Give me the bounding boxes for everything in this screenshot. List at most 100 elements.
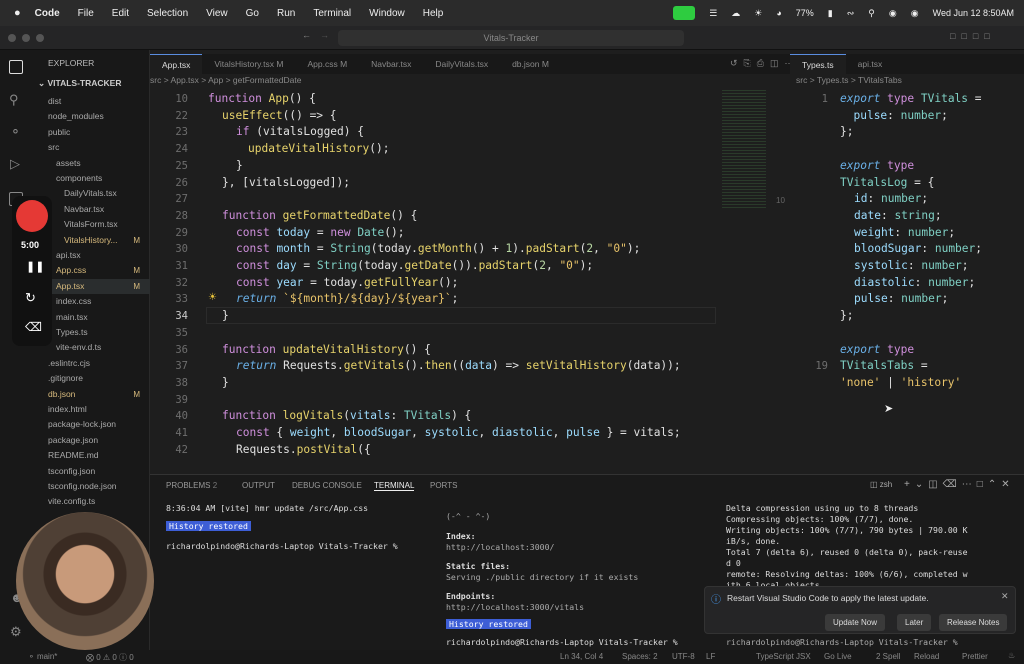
nav-forward-icon[interactable]: → <box>320 30 329 40</box>
nav-back-icon[interactable]: ← <box>302 30 311 40</box>
search-view-icon[interactable]: ⚲ <box>9 92 19 108</box>
camera-icon[interactable] <box>673 6 696 20</box>
terminal-3-prompt[interactable]: richardolpindo@Richards-Laptop Vitals-Tr… <box>726 637 958 647</box>
sidebar-item[interactable]: node_modules <box>32 109 150 124</box>
branch-indicator[interactable]: ⚬ main* <box>28 652 57 661</box>
sidebar-item[interactable]: package-lock.json <box>32 417 150 432</box>
eol[interactable]: LF <box>706 652 715 661</box>
menubar-app-name[interactable]: Code <box>35 8 60 19</box>
panel-tab-output[interactable]: OUTPUT <box>242 481 275 490</box>
lightbulb-icon[interactable]: ☀ <box>208 292 217 303</box>
panel-tab-terminal[interactable]: TERMINAL <box>374 481 415 491</box>
go-live[interactable]: Go Live <box>824 652 852 661</box>
sidebar-item[interactable]: db.json M <box>32 387 150 402</box>
menu-view[interactable]: View <box>206 8 228 19</box>
panel-tab-debug-console[interactable]: DEBUG CONSOLE <box>292 481 362 490</box>
sidebar-item[interactable]: components <box>32 171 150 186</box>
sidebar-item[interactable]: public <box>32 125 150 140</box>
cursor-position[interactable]: Ln 34, Col 4 <box>560 652 603 661</box>
spell-check[interactable]: 2 Spell <box>876 652 900 661</box>
editor-tab[interactable]: VitalsHistory.tsx M <box>202 54 295 74</box>
menu-help[interactable]: Help <box>423 8 444 19</box>
search-icon[interactable]: ⚲ <box>868 8 875 19</box>
problems-indicator[interactable]: ⨂ 0 ⚠ 0 ⓘ 0 <box>86 652 134 663</box>
sidebar-item[interactable]: tsconfig.node.json <box>32 479 150 494</box>
menu-selection[interactable]: Selection <box>147 8 188 19</box>
run-debug-icon[interactable]: ▷ <box>10 156 20 172</box>
notes-icon[interactable]: ☰ <box>709 8 717 19</box>
panel-actions[interactable]: +⌄◫⌫⋯□⌃✕ <box>904 479 1015 490</box>
siri-icon[interactable]: ◉ <box>911 8 919 19</box>
sidebar-item[interactable]: assets <box>32 156 150 171</box>
editor-tab[interactable]: Types.ts <box>790 54 846 74</box>
terminal-2-index-url[interactable]: http://localhost:3000/ <box>446 542 554 552</box>
terminal-2-endpoints-url[interactable]: http://localhost:3000/vitals <box>446 602 584 612</box>
language-mode[interactable]: TypeScript JSX <box>756 652 811 661</box>
window-zoom-button[interactable] <box>36 34 44 42</box>
update-now-button[interactable]: Update Now <box>825 614 886 631</box>
trash-icon[interactable]: ⌫ <box>25 320 42 334</box>
editor-tab[interactable]: Navbar.tsx <box>359 54 423 74</box>
wifi-icon[interactable]: ∾ <box>847 8 855 19</box>
brightness-icon[interactable]: ☀ <box>754 8 762 19</box>
pause-icon[interactable]: ❚❚ <box>26 260 44 273</box>
minimap[interactable] <box>722 90 766 210</box>
restart-icon[interactable]: ↻ <box>25 290 36 306</box>
control-center-icon[interactable]: ◉ <box>889 8 897 19</box>
sidebar-item[interactable]: vite.config.ts <box>32 494 150 509</box>
menu-file[interactable]: File <box>78 8 94 19</box>
code-editor-2[interactable]: 1 19 export type TVitals = pulse: number;}… <box>790 88 1024 474</box>
encoding[interactable]: UTF-8 <box>672 652 695 661</box>
menu-edit[interactable]: Edit <box>112 8 129 19</box>
settings-gear-icon[interactable]: ⚙ <box>10 624 22 640</box>
panel-tab-ports[interactable]: PORTS <box>430 481 457 490</box>
sidebar-item[interactable]: dist <box>32 94 150 109</box>
cloud-icon[interactable]: ☁ <box>731 8 740 19</box>
clock[interactable]: Wed Jun 12 8:50AM <box>933 8 1014 18</box>
code-editor[interactable]: 10 22 23 24 25 26 27 28 29 30 31 32 33 34 35 36 37 38 39 40… <box>150 88 720 474</box>
explorer-icon[interactable] <box>9 60 23 74</box>
window-close-button[interactable] <box>8 34 16 42</box>
project-folder[interactable]: ⌄ VITALS-TRACKER <box>38 78 121 89</box>
editor-tab[interactable]: App.tsx <box>150 54 203 74</box>
panel-tab-problems[interactable]: PROBLEMS 2 <box>166 481 217 490</box>
editor-tab[interactable]: db.json M <box>500 54 561 74</box>
layout-icons[interactable]: □□□□ <box>950 31 996 41</box>
sidebar-item-label: index.html <box>48 404 87 414</box>
sidebar-item[interactable]: .eslintrc.cjs <box>32 356 150 371</box>
line-number: 32 <box>175 276 188 289</box>
menu-window[interactable]: Window <box>369 8 405 19</box>
sidebar-item[interactable]: tsconfig.json <box>32 464 150 479</box>
terminal-2-prompt[interactable]: richardolpindo@Richards-Laptop Vitals-Tr… <box>446 637 678 647</box>
sidebar-item[interactable]: src <box>32 140 150 155</box>
problems-count: 2 <box>212 481 218 490</box>
menu-run[interactable]: Run <box>277 8 295 19</box>
breadcrumb[interactable]: src > App.tsx > App > getFormattedDate <box>150 75 301 85</box>
breadcrumb-2[interactable]: src > Types.ts > TVitalsTabs <box>796 75 902 85</box>
later-button[interactable]: Later <box>897 614 932 631</box>
display-icon[interactable]: ◕ <box>776 8 781 18</box>
indentation[interactable]: Spaces: 2 <box>622 652 658 661</box>
sidebar-item[interactable]: README.md <box>32 448 150 463</box>
editor-tab[interactable]: App.css M <box>295 54 359 74</box>
stop-recording-button[interactable] <box>16 200 48 232</box>
close-icon[interactable]: ✕ <box>1001 591 1009 602</box>
source-control-icon[interactable]: ⚬ <box>10 124 21 140</box>
prettier[interactable]: Prettier <box>962 652 988 661</box>
menu-go[interactable]: Go <box>246 8 259 19</box>
editor-tab[interactable]: api.tsx <box>846 54 895 74</box>
sidebar-item[interactable]: index.html <box>32 402 150 417</box>
menu-terminal[interactable]: Terminal <box>313 8 351 19</box>
battery-percent[interactable]: 77% <box>796 8 814 18</box>
apple-icon[interactable]: ● <box>14 7 21 19</box>
sidebar-item[interactable]: package.json <box>32 433 150 448</box>
window-minimize-button[interactable] <box>22 34 30 42</box>
bell-icon[interactable]: ♨ <box>1008 651 1015 660</box>
terminal-1-prompt[interactable]: richardolpindo@Richards-Laptop Vitals-Tr… <box>166 541 398 551</box>
sidebar-item[interactable]: .gitignore <box>32 371 150 386</box>
terminal-shell-label[interactable]: ◫ zsh <box>870 480 892 489</box>
reload[interactable]: Reload <box>914 652 939 661</box>
release-notes-button[interactable]: Release Notes <box>939 614 1008 631</box>
command-center-search[interactable]: Vitals-Tracker <box>338 30 684 46</box>
editor-tab[interactable]: DailyVitals.tsx <box>423 54 500 74</box>
